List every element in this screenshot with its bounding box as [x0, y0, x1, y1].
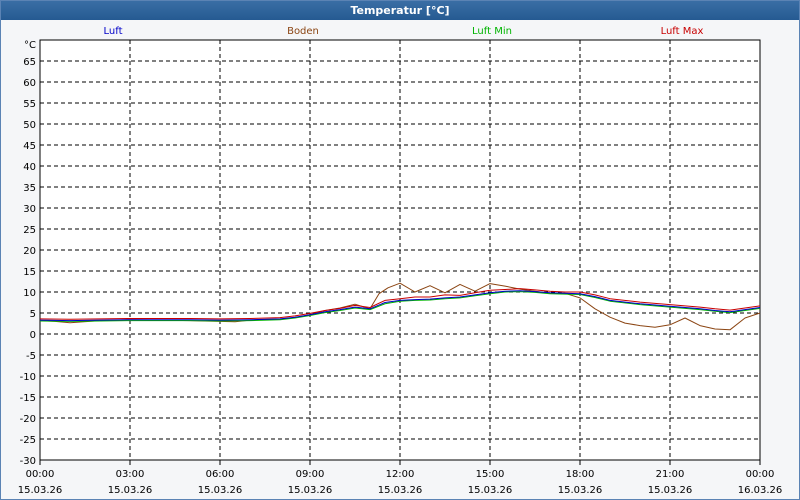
- y-tick-label: 25: [23, 225, 36, 236]
- y-tick-label: 35: [23, 183, 36, 194]
- y-tick-label: 30: [23, 204, 36, 215]
- x-tick-time-label: 09:00: [296, 469, 325, 480]
- y-tick-label: 10: [23, 288, 36, 299]
- y-tick-label: 55: [23, 99, 36, 110]
- x-tick-time-label: 18:00: [566, 469, 595, 480]
- y-tick-label: 20: [23, 246, 36, 257]
- x-tick-time-label: 15:00: [476, 469, 505, 480]
- x-tick-time-label: 06:00: [206, 469, 235, 480]
- y-tick-label: -15: [20, 393, 36, 404]
- y-tick-label: -30: [20, 456, 36, 467]
- y-tick-label: 45: [23, 141, 36, 152]
- legend-item-boden: Boden: [287, 26, 319, 37]
- legend-item-luft-min: Luft Min: [472, 26, 512, 37]
- y-tick-label: -20: [20, 414, 36, 425]
- y-tick-label: 5: [30, 309, 36, 320]
- grid: [40, 40, 760, 460]
- x-tick-time-label: 00:00: [746, 469, 775, 480]
- x-tick-date-label: 16.03.26: [738, 485, 783, 496]
- x-tick-date-label: 15.03.26: [288, 485, 333, 496]
- legend: Luft Boden Luft Min Luft Max: [104, 26, 704, 37]
- legend-item-luft: Luft: [104, 26, 123, 37]
- y-tick-label: -5: [26, 351, 36, 362]
- legend-item-luft-max: Luft Max: [661, 26, 704, 37]
- y-tick-label: 15: [23, 267, 36, 278]
- temperature-chart: 65605550454035302520151050-5-10-15-20-25…: [18, 26, 783, 496]
- x-tick-time-label: 00:00: [26, 469, 55, 480]
- x-tick-date-label: 15.03.26: [558, 485, 603, 496]
- y-tick-label: -25: [20, 435, 36, 446]
- x-tick-date-label: 15.03.26: [198, 485, 243, 496]
- x-tick-time-label: 21:00: [656, 469, 685, 480]
- x-tick-date-label: 15.03.26: [468, 485, 513, 496]
- y-tick-label: 40: [23, 162, 36, 173]
- y-tick-label: 0: [30, 330, 36, 341]
- x-tick-time-label: 12:00: [386, 469, 415, 480]
- y-tick-label: -10: [20, 372, 36, 383]
- x-tick-date-label: 15.03.26: [648, 485, 693, 496]
- y-tick-label: 50: [23, 120, 36, 131]
- x-tick-date-label: 15.03.26: [378, 485, 423, 496]
- x-tick-date-label: 15.03.26: [108, 485, 153, 496]
- y-tick-label: 65: [23, 57, 36, 68]
- y-tick-label: 60: [23, 78, 36, 89]
- x-tick-date-label: 15.03.26: [18, 485, 63, 496]
- x-tick-time-label: 03:00: [116, 469, 145, 480]
- y-axis-label: °C: [24, 40, 36, 51]
